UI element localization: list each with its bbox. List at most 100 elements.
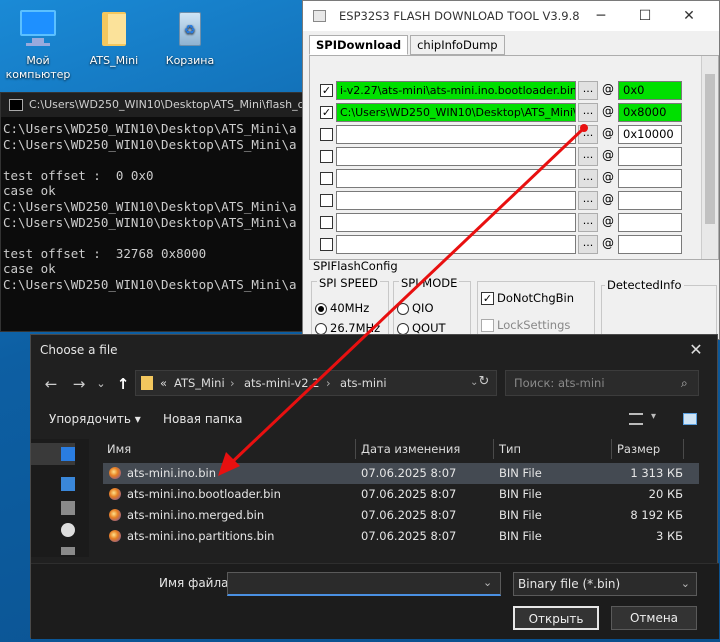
refresh-icon[interactable]: ↻ xyxy=(471,370,497,396)
close-button[interactable]: ✕ xyxy=(667,1,711,31)
file-path-field[interactable]: i-v2.27\ats-mini\ats-mini.ino.bootloader… xyxy=(336,81,576,100)
open-button[interactable]: Открыть xyxy=(513,606,599,630)
address-field[interactable]: 0x0 xyxy=(618,81,682,100)
file-path-field[interactable] xyxy=(336,169,576,188)
drive-icon[interactable] xyxy=(61,501,75,515)
file-enable-checkbox[interactable]: ✓ xyxy=(320,84,333,97)
file-path-field[interactable] xyxy=(336,147,576,166)
address-field[interactable]: 0x8000 xyxy=(618,103,682,122)
address-field[interactable] xyxy=(618,235,682,254)
file-path-field[interactable] xyxy=(336,125,576,144)
console-titlebar[interactable]: C:\Users\WD250_WIN10\Desktop\ATS_Mini\fl… xyxy=(1,93,317,117)
radio-qout-label: QOUT xyxy=(412,321,446,335)
file-enable-checkbox[interactable]: ✓ xyxy=(320,106,333,119)
back-arrow-icon[interactable]: ← xyxy=(41,374,61,394)
browse-button[interactable]: ... xyxy=(578,125,598,144)
file-path-field[interactable] xyxy=(336,191,576,210)
esp-flash-tool-window[interactable]: ESP32S3 FLASH DOWNLOAD TOOL V3.9.8 ─ ☐ ✕… xyxy=(302,0,720,341)
file-rows: ats-mini.ino.bin 07.06.2025 8:07 BIN Fil… xyxy=(103,463,699,547)
view-options-icon[interactable] xyxy=(629,413,643,425)
organize-button[interactable]: Упорядочить ▾ xyxy=(49,412,141,426)
tab-chipinfodump[interactable]: chipInfoDump xyxy=(410,35,505,55)
at-label: @ xyxy=(602,126,614,140)
file-row[interactable]: ats-mini.ino.partitions.bin 07.06.2025 8… xyxy=(103,526,699,547)
drive-icon[interactable] xyxy=(61,547,75,555)
bin-file-icon xyxy=(109,509,121,521)
maximize-button[interactable]: ☐ xyxy=(623,1,667,31)
address-field[interactable] xyxy=(618,169,682,188)
file-dialog[interactable]: Choose a file ✕ ← → ⌄ ↑ « ATS_Mini › ats… xyxy=(30,334,719,639)
breadcrumb-item[interactable]: ats-mini xyxy=(340,371,387,395)
recycle-bin-icon: ♻ xyxy=(170,8,210,48)
filename-dropdown-icon[interactable]: ⌄ xyxy=(483,576,492,589)
disc-icon[interactable] xyxy=(61,523,75,537)
radio-40mhz[interactable] xyxy=(315,303,327,315)
search-input[interactable]: Поиск: ats-mini xyxy=(505,370,699,396)
file-enable-checkbox[interactable] xyxy=(320,172,333,185)
filename-input[interactable] xyxy=(227,572,501,596)
browse-button[interactable]: ... xyxy=(578,191,598,210)
console-line: test offset : 32768 0x8000 xyxy=(3,245,207,261)
minimize-button[interactable]: ─ xyxy=(579,1,623,31)
file-row-selected[interactable]: ats-mini.ino.bin 07.06.2025 8:07 BIN Fil… xyxy=(103,463,699,484)
browse-button[interactable]: ... xyxy=(578,235,598,254)
address-field[interactable] xyxy=(618,191,682,210)
view-dropdown-icon[interactable]: ▾ xyxy=(651,411,656,422)
browse-button[interactable]: ... xyxy=(578,169,598,188)
file-enable-checkbox[interactable] xyxy=(320,194,333,207)
drive-icon[interactable] xyxy=(61,477,75,491)
console-window[interactable]: C:\Users\WD250_WIN10\Desktop\ATS_Mini\fl… xyxy=(0,92,318,332)
locksettings-checkbox[interactable] xyxy=(481,319,494,332)
file-row[interactable]: ats-mini.ino.bootloader.bin 07.06.2025 8… xyxy=(103,484,699,505)
filename-label: Имя файла: xyxy=(159,576,233,590)
breadcrumb-item[interactable]: ATS_Mini xyxy=(174,371,225,395)
column-size[interactable]: Размер xyxy=(617,442,660,456)
column-name[interactable]: Имя xyxy=(107,442,131,456)
column-type[interactable]: Тип xyxy=(499,442,521,456)
forward-arrow-icon[interactable]: → xyxy=(69,374,89,394)
spi-speed-label: SPI SPEED xyxy=(317,276,380,290)
tab-spidownload[interactable]: SPIDownload xyxy=(309,35,409,55)
browse-button[interactable]: ... xyxy=(578,147,598,166)
file-list-scrollbar[interactable] xyxy=(701,56,718,259)
donotchgbin-checkbox[interactable]: ✓ xyxy=(481,292,494,305)
column-headers: Имя Дата изменения Тип Размер xyxy=(101,439,697,459)
file-path-field[interactable] xyxy=(336,235,576,254)
file-type: BIN File xyxy=(499,529,542,543)
file-path-field[interactable] xyxy=(336,213,576,232)
desktop-icon-ats-mini[interactable]: ATS_Mini xyxy=(76,8,152,68)
radio-40mhz-label: 40MHz xyxy=(330,301,370,315)
address-field[interactable] xyxy=(618,147,682,166)
console-line: C:\Users\WD250_WIN10\Desktop\ATS_Mini\a xyxy=(3,276,297,292)
recent-chevron-icon[interactable]: ⌄ xyxy=(91,374,111,394)
browse-button[interactable]: ... xyxy=(578,103,598,122)
preview-pane-icon[interactable] xyxy=(683,413,697,425)
address-field[interactable] xyxy=(618,213,682,232)
file-path-field[interactable]: C:\Users\WD250_WIN10\Desktop\ATS_Mini\a xyxy=(336,103,576,122)
file-enable-checkbox[interactable] xyxy=(320,216,333,229)
new-folder-button[interactable]: Новая папка xyxy=(163,412,242,426)
desktop-icon-recycle-bin[interactable]: ♻ Корзина xyxy=(152,8,228,68)
breadcrumb-item[interactable]: ats-mini-v2.2 xyxy=(244,371,320,395)
file-enable-checkbox[interactable] xyxy=(320,150,333,163)
file-enable-checkbox[interactable] xyxy=(320,128,333,141)
radio-qio[interactable] xyxy=(397,303,409,315)
breadcrumb-overflow[interactable]: « xyxy=(160,371,167,395)
dialog-close-button[interactable]: ✕ xyxy=(685,339,707,361)
scrollbar-thumb[interactable] xyxy=(705,74,715,224)
address-field[interactable]: 0x10000 xyxy=(618,125,682,144)
file-enable-checkbox[interactable] xyxy=(320,238,333,251)
up-arrow-icon[interactable]: ↑ xyxy=(113,374,133,394)
browse-button[interactable]: ... xyxy=(578,213,598,232)
cancel-button[interactable]: Отмена xyxy=(611,606,697,630)
file-row[interactable]: ats-mini.ino.merged.bin 07.06.2025 8:07 … xyxy=(103,505,699,526)
address-bar[interactable]: « ATS_Mini › ats-mini-v2.2 › ats-mini ⌄ xyxy=(135,370,497,396)
dialog-bottom-bar: Имя файла: ⌄ Binary file (*.bin) ⌄ Откры… xyxy=(31,563,719,639)
spi-flash-config-label: SPIFlashConfig xyxy=(313,259,398,273)
filetype-select[interactable]: Binary file (*.bin) ⌄ xyxy=(513,572,697,596)
desktop-icon-my-computer[interactable]: Мой компьютер xyxy=(0,8,76,82)
browse-button[interactable]: ... xyxy=(578,81,598,100)
column-date[interactable]: Дата изменения xyxy=(361,442,460,456)
esp-titlebar[interactable]: ESP32S3 FLASH DOWNLOAD TOOL V3.9.8 ─ ☐ ✕ xyxy=(303,1,719,31)
desktop-icon-label: ATS_Mini xyxy=(89,54,139,67)
